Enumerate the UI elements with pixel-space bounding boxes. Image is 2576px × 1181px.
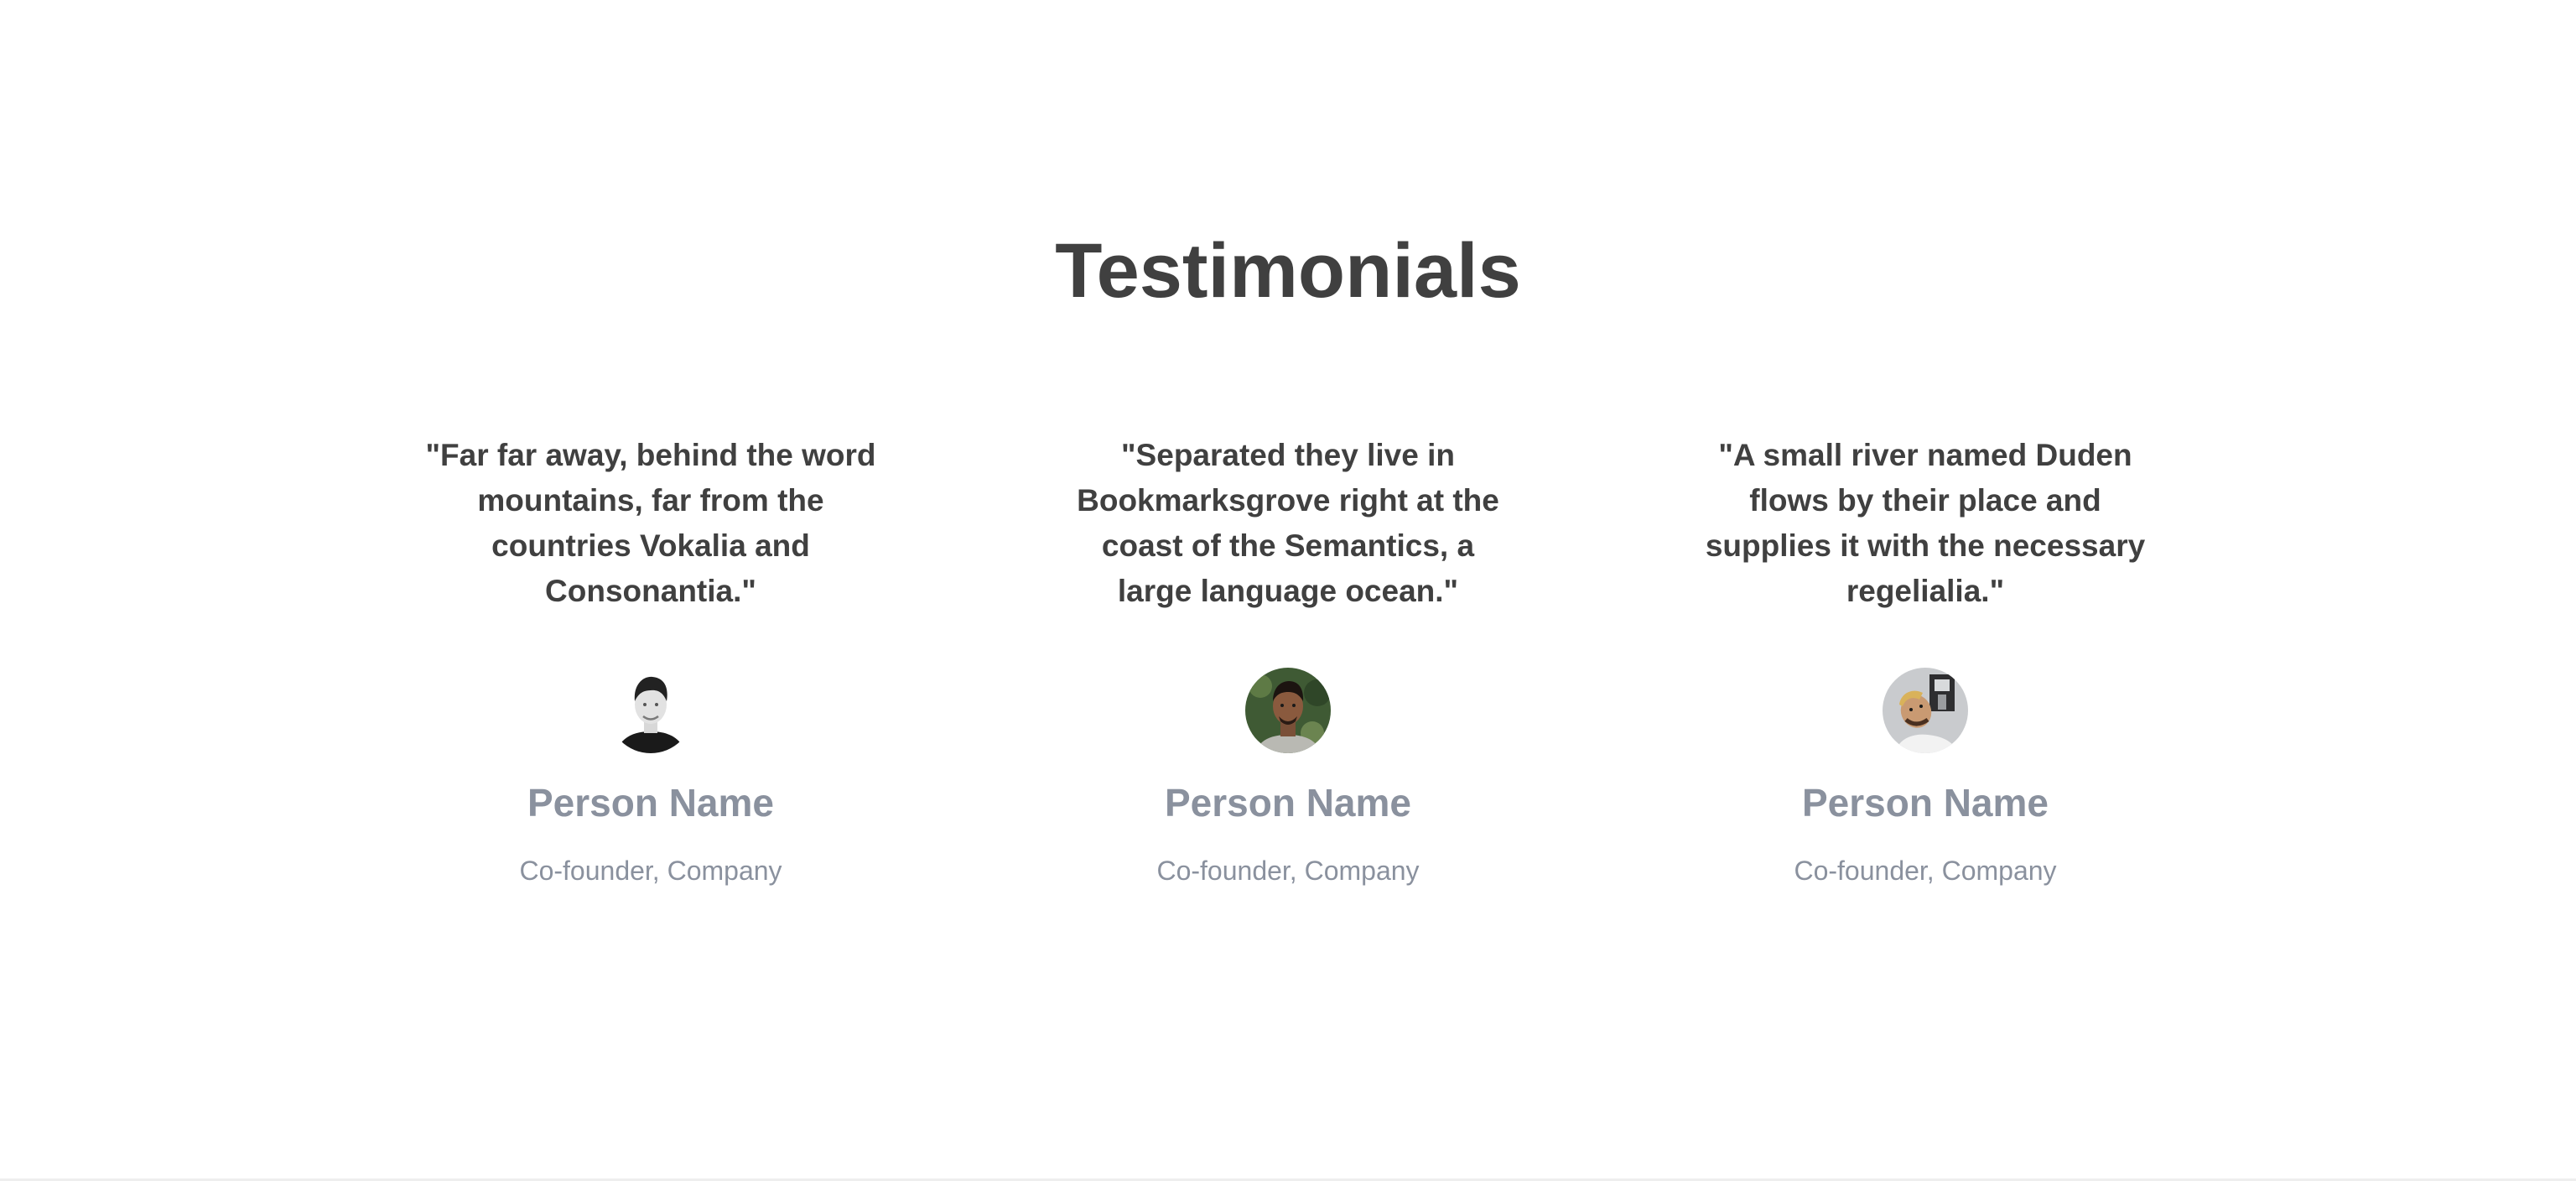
person-name: Person Name	[1164, 781, 1411, 825]
avatar	[608, 668, 693, 753]
testimonials-list: "Far far away, behind the word mountains…	[0, 433, 2576, 1020]
section-title: Testimonials	[1055, 228, 1521, 314]
testimonial-card: "A small river named Duden flows by thei…	[1699, 433, 2152, 887]
testimonials-page: Testimonials "Far far away, behind the w…	[0, 0, 2576, 1181]
person-role: Co-founder, Company	[519, 856, 782, 887]
testimonial-quote: "Far far away, behind the word mountains…	[425, 438, 876, 608]
person-photo-icon	[1883, 668, 1968, 753]
person-role: Co-founder, Company	[1156, 856, 1420, 887]
testimonial-quote: "A small river named Duden flows by thei…	[1705, 438, 2146, 608]
testimonial-quote: "Separated they live in Bookmarksgrove r…	[1077, 438, 1499, 608]
avatar	[1883, 668, 1968, 753]
avatar	[1245, 668, 1331, 753]
person-name: Person Name	[527, 781, 774, 825]
testimonial-card: "Far far away, behind the word mountains…	[424, 433, 877, 887]
person-role: Co-founder, Company	[1794, 856, 2057, 887]
person-name: Person Name	[1801, 781, 2049, 825]
person-photo-icon	[608, 668, 693, 753]
person-photo-icon	[1245, 668, 1331, 753]
testimonial-card: "Separated they live in Bookmarksgrove r…	[1062, 433, 1514, 887]
